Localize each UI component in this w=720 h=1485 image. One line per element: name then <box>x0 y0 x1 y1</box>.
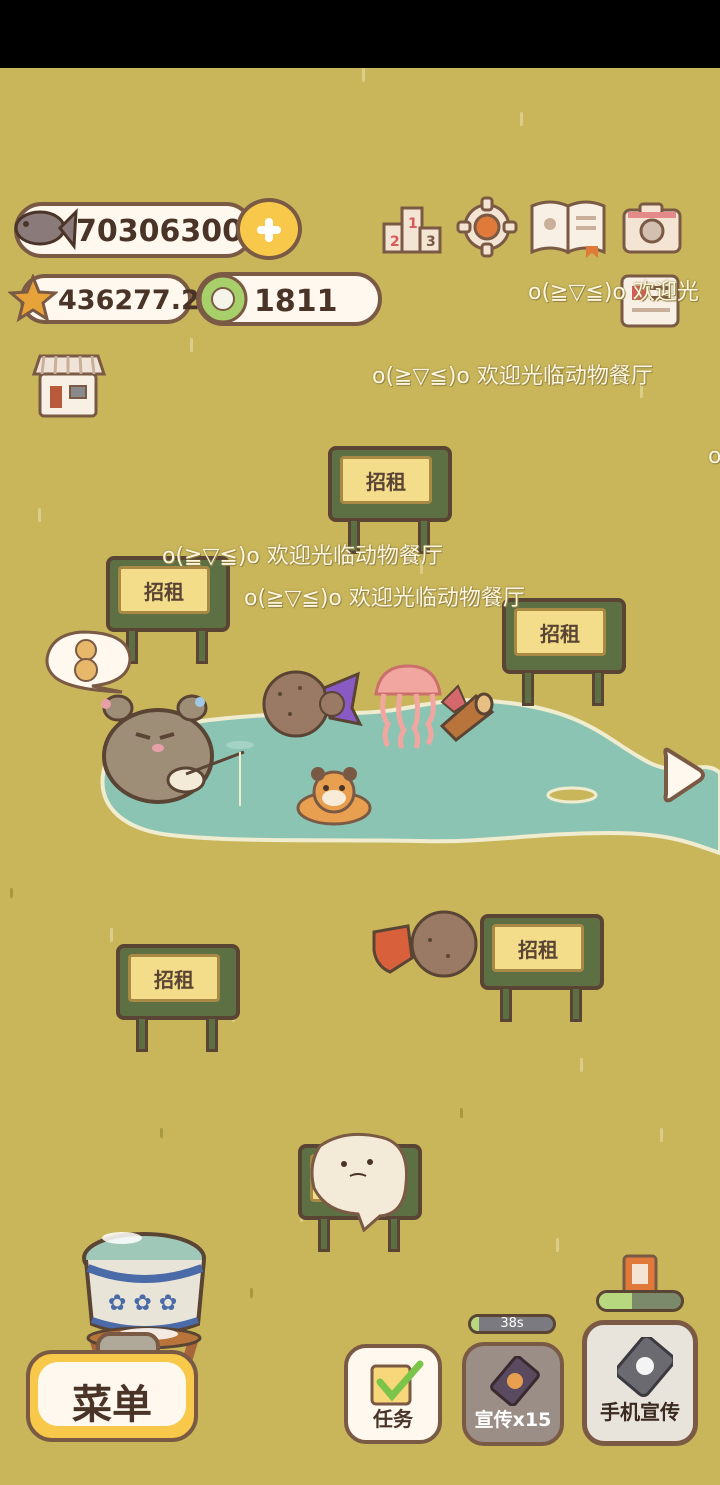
rent-sign[interactable]: 招租 <box>502 598 626 708</box>
jellyfish-character[interactable] <box>370 664 446 750</box>
rain-streak <box>580 1058 583 1072</box>
welcome-floating-text: o(≧▽≦)o 欢迎光 <box>528 280 699 305</box>
rain-streak <box>190 338 193 352</box>
rain-streak <box>556 1238 559 1252</box>
fish-count: 70306300 <box>76 214 243 249</box>
rent-sign[interactable]: 招租 <box>116 944 240 1054</box>
rent-sign-label: 招租 <box>492 924 584 972</box>
svg-text:3: 3 <box>426 234 436 250</box>
grass-tuft <box>160 1128 163 1138</box>
gem-count: 1811 <box>254 284 338 319</box>
rent-sign[interactable]: 招租 <box>480 914 604 1024</box>
gear-icon[interactable] <box>456 196 518 258</box>
phone-promo-icon <box>490 1356 540 1406</box>
add-fish-button[interactable] <box>236 198 302 260</box>
task-button-label: 任务 <box>373 1407 413 1431</box>
rain-streak <box>110 928 113 942</box>
phone-promo-button-label: 手机宣传 <box>600 1400 680 1424</box>
phone-promo-button[interactable]: 手机宣传 <box>582 1320 698 1446</box>
hedgehog-bag-character[interactable] <box>368 896 488 982</box>
promo-timer-text: 38s <box>500 1316 524 1331</box>
svg-text:✿ ✿ ✿: ✿ ✿ ✿ <box>108 1291 177 1316</box>
shop-icon[interactable] <box>30 350 108 420</box>
promo-button[interactable]: 宣传x15 <box>462 1342 564 1446</box>
hedgehog-character[interactable] <box>260 668 370 738</box>
camera-icon[interactable] <box>620 200 684 256</box>
welcome-floating-text: o(≧▽≦)o 欢迎光临动物餐厅 <box>162 544 443 569</box>
task-button[interactable]: 任务 <box>344 1344 442 1444</box>
fish-icon <box>14 208 78 251</box>
rent-sign-label: 招租 <box>118 566 210 614</box>
rain-streak <box>660 1128 663 1142</box>
promo-button-label: 宣传x15 <box>474 1409 552 1431</box>
promo-timer-bar: 38s <box>468 1314 556 1334</box>
star-count: 436277.2 <box>58 285 200 316</box>
rent-sign-label: 招租 <box>514 608 606 656</box>
game-scene[interactable]: 70306300 436277.2 1811 2 1 3 招租 招租 招租 招租… <box>0 68 720 1485</box>
phone-promo-progress-fill <box>599 1293 632 1309</box>
arrow-right-icon[interactable] <box>660 744 708 806</box>
welcome-floating-text-edge: o <box>708 444 720 469</box>
menu-button[interactable]: 菜单 <box>26 1350 198 1442</box>
grass-tuft <box>250 1288 253 1298</box>
svg-text:1: 1 <box>408 216 418 232</box>
menu-button-label: 菜单 <box>72 1382 152 1428</box>
star-icon <box>8 274 58 323</box>
cat-fisher-character[interactable] <box>96 690 256 812</box>
gem-icon <box>198 274 248 324</box>
phone-promo-icon <box>617 1337 673 1397</box>
rain-streak <box>38 508 41 522</box>
status-bar <box>0 0 720 68</box>
log-item[interactable] <box>436 682 496 744</box>
blanket-ghost-character[interactable] <box>306 1128 416 1232</box>
grass-tuft <box>10 888 13 898</box>
welcome-floating-text: o(≧▽≦)o 欢迎光临动物餐厅 <box>244 586 525 611</box>
rent-sign-label: 招租 <box>340 456 432 504</box>
welcome-floating-text: o(≧▽≦)o 欢迎光临动物餐厅 <box>372 364 653 389</box>
rent-sign-label: 招租 <box>128 954 220 1002</box>
rain-streak <box>362 68 365 82</box>
peanut-thought-bubble <box>45 630 132 694</box>
podium-ranking-icon[interactable]: 2 1 3 <box>380 198 444 256</box>
svg-text:2: 2 <box>390 234 400 250</box>
phone-promo-progress <box>596 1290 684 1312</box>
grass-tuft <box>460 1108 463 1118</box>
tiger-cub-swimming[interactable] <box>296 762 372 828</box>
recipe-book-icon[interactable] <box>528 196 610 260</box>
rain-streak <box>520 112 523 126</box>
